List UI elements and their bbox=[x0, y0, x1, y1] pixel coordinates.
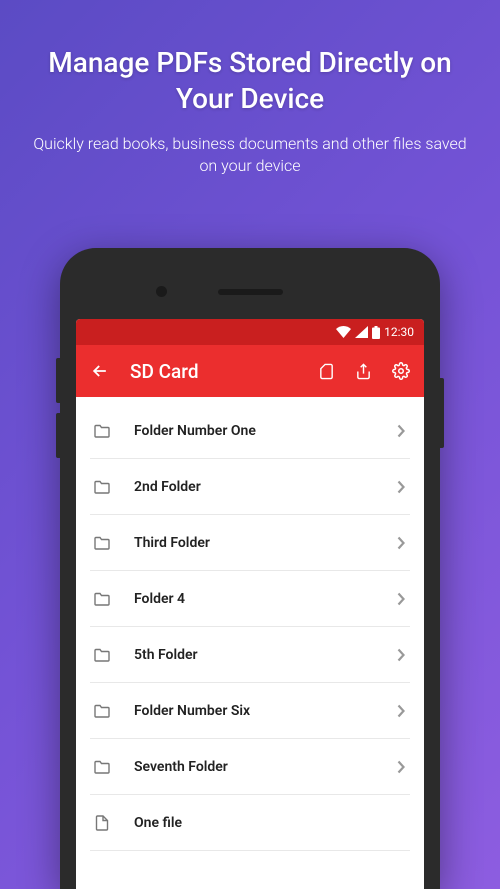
phone-volume-down bbox=[56, 413, 60, 458]
phone-screen: 12:30 SD Card bbox=[76, 319, 424, 889]
chevron-right-icon bbox=[396, 592, 406, 606]
folder-icon-wrap bbox=[94, 760, 110, 774]
folder-icon bbox=[94, 480, 110, 494]
folder-icon-wrap bbox=[94, 704, 110, 718]
list-item-label: 5th Folder bbox=[134, 647, 372, 663]
folder-icon bbox=[94, 424, 110, 438]
phone-speaker bbox=[218, 289, 283, 295]
folder-icon bbox=[94, 704, 110, 718]
file-list: Folder Number One 2nd Folder Third Folder F… bbox=[76, 397, 424, 851]
chevron-right-icon bbox=[396, 536, 406, 550]
wifi-icon bbox=[336, 326, 351, 338]
settings-button[interactable] bbox=[392, 362, 410, 380]
arrow-left-icon bbox=[90, 361, 110, 381]
phone-camera bbox=[156, 286, 167, 297]
list-item[interactable]: Folder Number Six bbox=[90, 683, 410, 739]
gear-icon bbox=[392, 362, 410, 380]
folder-icon bbox=[94, 592, 110, 606]
folder-icon-wrap bbox=[94, 648, 110, 662]
phone-frame: 12:30 SD Card bbox=[60, 248, 440, 889]
chevron-wrap bbox=[396, 704, 406, 718]
phone-top-bezel bbox=[76, 264, 424, 319]
chevron-wrap bbox=[396, 760, 406, 774]
app-bar: SD Card bbox=[76, 345, 424, 397]
list-item[interactable]: 2nd Folder bbox=[90, 459, 410, 515]
share-button[interactable] bbox=[355, 363, 372, 380]
list-item[interactable]: Seventh Folder bbox=[90, 739, 410, 795]
app-bar-title: SD Card bbox=[130, 360, 298, 383]
list-item[interactable]: Folder 4 bbox=[90, 571, 410, 627]
sd-card-icon bbox=[318, 363, 335, 380]
back-button[interactable] bbox=[90, 361, 110, 381]
list-item[interactable]: Folder Number One bbox=[90, 397, 410, 459]
folder-icon bbox=[94, 760, 110, 774]
list-item-label: Third Folder bbox=[134, 535, 372, 551]
promo-title: Manage PDFs Stored Directly on Your Devi… bbox=[0, 0, 500, 133]
list-item[interactable]: Third Folder bbox=[90, 515, 410, 571]
list-item[interactable]: One file bbox=[90, 795, 410, 851]
list-item-label: Seventh Folder bbox=[134, 759, 372, 775]
share-icon bbox=[355, 363, 372, 380]
battery-icon bbox=[372, 326, 380, 339]
folder-icon-wrap bbox=[94, 480, 110, 494]
chevron-wrap bbox=[396, 536, 406, 550]
file-icon bbox=[95, 815, 109, 831]
chevron-wrap bbox=[396, 424, 406, 438]
list-item-label: Folder Number Six bbox=[134, 703, 372, 719]
file-icon-wrap bbox=[95, 815, 109, 831]
folder-icon-wrap bbox=[94, 592, 110, 606]
chevron-wrap bbox=[396, 592, 406, 606]
chevron-right-icon bbox=[396, 648, 406, 662]
phone-volume-up bbox=[56, 358, 60, 403]
app-bar-actions bbox=[318, 362, 410, 380]
chevron-right-icon bbox=[396, 704, 406, 718]
list-item-label: One file bbox=[134, 815, 406, 831]
status-bar: 12:30 bbox=[76, 319, 424, 345]
list-item-label: Folder 4 bbox=[134, 591, 372, 607]
list-item-label: Folder Number One bbox=[134, 423, 372, 439]
cellular-icon bbox=[355, 326, 368, 338]
folder-icon-wrap bbox=[94, 424, 110, 438]
chevron-wrap bbox=[396, 480, 406, 494]
list-item-label: 2nd Folder bbox=[134, 479, 372, 495]
promo-subtitle: Quickly read books, business documents a… bbox=[0, 133, 500, 178]
folder-icon-wrap bbox=[94, 536, 110, 550]
storage-button[interactable] bbox=[318, 363, 335, 380]
chevron-wrap bbox=[396, 648, 406, 662]
folder-icon bbox=[94, 648, 110, 662]
chevron-right-icon bbox=[396, 480, 406, 494]
folder-icon bbox=[94, 536, 110, 550]
chevron-right-icon bbox=[396, 760, 406, 774]
status-time: 12:30 bbox=[384, 325, 414, 339]
chevron-right-icon bbox=[396, 424, 406, 438]
phone-power-button bbox=[440, 378, 444, 448]
list-item[interactable]: 5th Folder bbox=[90, 627, 410, 683]
